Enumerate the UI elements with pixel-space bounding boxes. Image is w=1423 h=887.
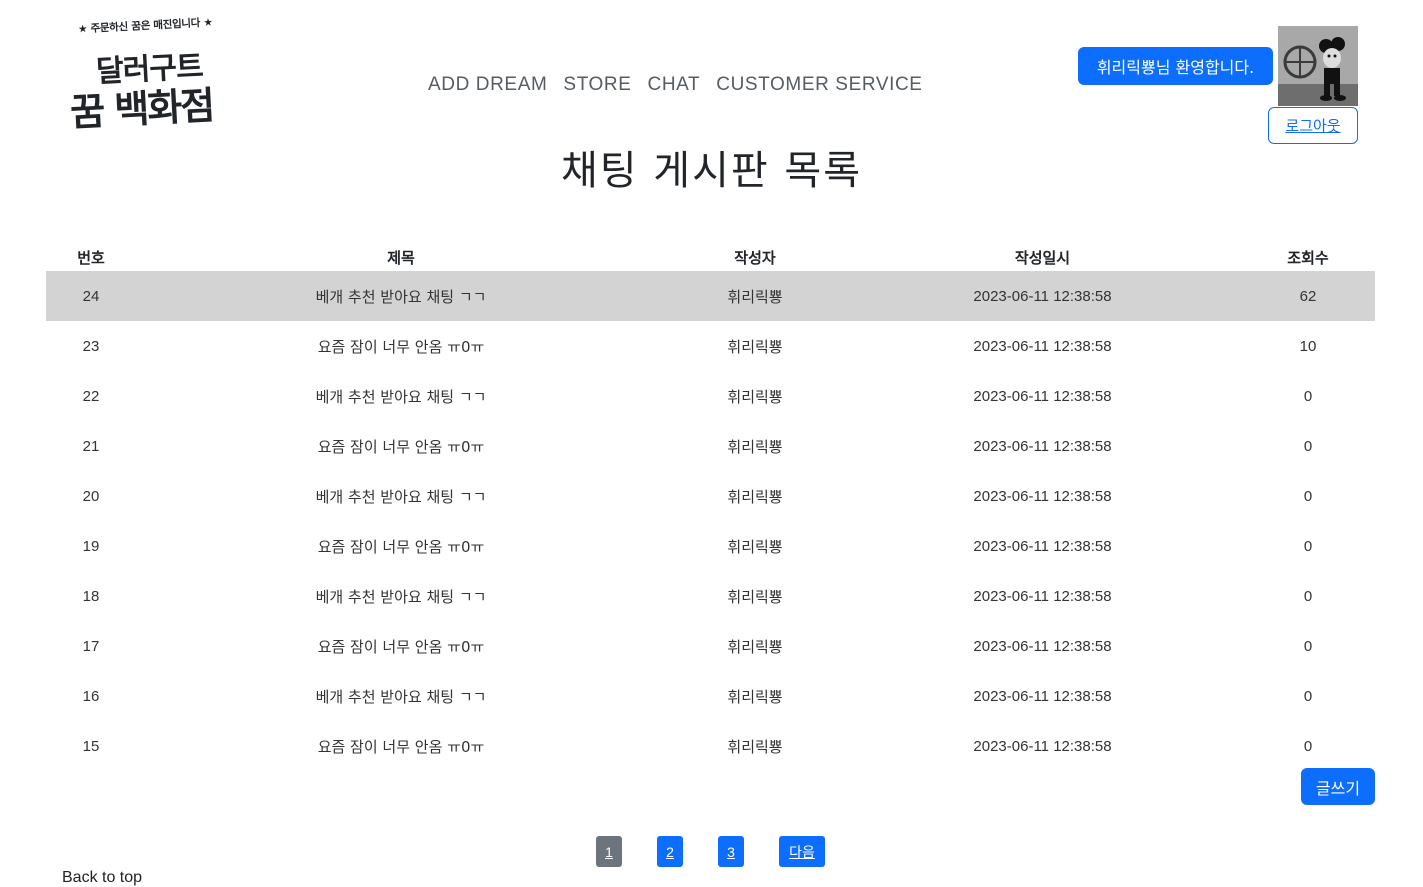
table-row[interactable]: 22 베개 추천 받아요 채팅 ㄱㄱ 휘리릭뿅 2023-06-11 12:38… bbox=[46, 371, 1375, 421]
cell-number: 22 bbox=[82, 387, 100, 405]
cell-number: 23 bbox=[82, 337, 100, 355]
column-header-views: 조회수 bbox=[1287, 249, 1329, 267]
page-button-2[interactable]: 2 bbox=[657, 836, 683, 867]
cell-title-link[interactable]: 요즘 잠이 너무 안옴 ㅠ0ㅠ bbox=[136, 621, 666, 671]
cell-views: 0 bbox=[1303, 587, 1313, 605]
column-header-writer: 작성자 bbox=[734, 249, 776, 267]
nav-store[interactable]: STORE bbox=[563, 74, 631, 96]
cell-number: 20 bbox=[82, 487, 100, 505]
cell-date: 2023-06-11 12:38:58 bbox=[973, 587, 1112, 605]
cell-views: 0 bbox=[1303, 387, 1313, 405]
cell-date: 2023-06-11 12:38:58 bbox=[973, 387, 1112, 405]
table-row[interactable]: 17 요즘 잠이 너무 안옴 ㅠ0ㅠ 휘리릭뿅 2023-06-11 12:38… bbox=[46, 621, 1375, 671]
cell-views: 10 bbox=[1299, 337, 1317, 355]
table-row[interactable]: 19 요즘 잠이 너무 안옴 ㅠ0ㅠ 휘리릭뿅 2023-06-11 12:38… bbox=[46, 521, 1375, 571]
cell-title-link[interactable]: 요즘 잠이 너무 안옴 ㅠ0ㅠ bbox=[136, 521, 666, 571]
next-page-button[interactable]: 다음 bbox=[779, 836, 825, 867]
cell-date: 2023-06-11 12:38:58 bbox=[973, 437, 1112, 455]
back-to-top-link[interactable]: Back to top bbox=[62, 869, 142, 887]
cell-writer: 휘리릭뿅 bbox=[727, 537, 783, 556]
cell-title-link[interactable]: 베개 추천 받아요 채팅 ㄱㄱ bbox=[136, 671, 666, 721]
table-row[interactable]: 16 베개 추천 받아요 채팅 ㄱㄱ 휘리릭뿅 2023-06-11 12:38… bbox=[46, 671, 1375, 721]
cell-title-link[interactable]: 베개 추천 받아요 채팅 ㄱㄱ bbox=[136, 371, 666, 421]
cell-views: 0 bbox=[1303, 537, 1313, 555]
cell-views: 62 bbox=[1241, 271, 1375, 321]
welcome-badge: 휘리릭뿅님 환영합니다. bbox=[1078, 47, 1273, 85]
brand-logo[interactable]: ★ 주문하신 꿈은 매진입니다 ★ 달러구트 꿈 백화점 bbox=[66, 14, 236, 134]
cell-writer: 휘리릭뿅 bbox=[727, 387, 783, 406]
user-avatar bbox=[1278, 26, 1358, 106]
page-button-3[interactable]: 3 bbox=[718, 836, 744, 867]
table-row[interactable]: 18 베개 추천 받아요 채팅 ㄱㄱ 휘리릭뿅 2023-06-11 12:38… bbox=[46, 571, 1375, 621]
cell-writer: 휘리릭뿅 bbox=[727, 337, 783, 356]
cell-title-link[interactable]: 요즘 잠이 너무 안옴 ㅠ0ㅠ bbox=[136, 321, 666, 371]
cell-date: 2023-06-11 12:38:58 bbox=[973, 537, 1112, 555]
table-row[interactable]: 24 베개 추천 받아요 채팅 ㄱㄱ 휘리릭뿅 2023-06-11 12:38… bbox=[46, 271, 1375, 321]
page-button-1-current[interactable]: 1 bbox=[596, 836, 622, 867]
nav-chat[interactable]: CHAT bbox=[648, 74, 701, 96]
cell-title-link[interactable]: 요즘 잠이 너무 안옴 ㅠ0ㅠ bbox=[136, 421, 666, 471]
avatar-image bbox=[1278, 26, 1358, 106]
cell-writer: 휘리릭뿅 bbox=[727, 637, 783, 656]
cell-number: 16 bbox=[82, 687, 100, 705]
cell-number: 15 bbox=[82, 737, 100, 755]
cell-writer: 휘리릭뿅 bbox=[666, 271, 844, 321]
cell-title-link[interactable]: 베개 추천 받아요 채팅 ㄱㄱ bbox=[136, 571, 666, 621]
cell-writer: 휘리릭뿅 bbox=[727, 737, 783, 756]
cell-writer: 휘리릭뿅 bbox=[727, 437, 783, 456]
main-nav: ADD DREAM STORE CHAT CUSTOMER SERVICE bbox=[428, 74, 923, 96]
cell-title-link[interactable]: 베개 추천 받아요 채팅 ㄱㄱ bbox=[136, 471, 666, 521]
column-header-title: 제목 bbox=[387, 249, 415, 267]
column-header-number: 번호 bbox=[77, 249, 105, 267]
table-row[interactable]: 21 요즘 잠이 너무 안옴 ㅠ0ㅠ 휘리릭뿅 2023-06-11 12:38… bbox=[46, 421, 1375, 471]
cell-date: 2023-06-11 12:38:58 bbox=[973, 687, 1112, 705]
table-row[interactable]: 23 요즘 잠이 너무 안옴 ㅠ0ㅠ 휘리릭뿅 2023-06-11 12:38… bbox=[46, 321, 1375, 371]
cell-views: 0 bbox=[1303, 437, 1313, 455]
cell-writer: 휘리릭뿅 bbox=[727, 487, 783, 506]
page-title: 채팅 게시판 목록 bbox=[560, 148, 863, 194]
cell-number: 19 bbox=[82, 537, 100, 555]
nav-add-dream[interactable]: ADD DREAM bbox=[428, 74, 547, 96]
table-header-row: 번호 제목 작성자 작성일시 조회수 bbox=[46, 238, 1375, 271]
write-post-button[interactable]: 글쓰기 bbox=[1301, 768, 1375, 805]
logo-text-bottom: 꿈 백화점 bbox=[69, 82, 215, 135]
cell-writer: 휘리릭뿅 bbox=[727, 687, 783, 706]
nav-customer-service[interactable]: CUSTOMER SERVICE bbox=[716, 74, 922, 96]
cell-views: 0 bbox=[1303, 487, 1313, 505]
cell-views: 0 bbox=[1303, 737, 1313, 755]
cell-number: 21 bbox=[82, 437, 100, 455]
cell-title-link[interactable]: 요즘 잠이 너무 안옴 ㅠ0ㅠ bbox=[136, 721, 666, 771]
cell-views: 0 bbox=[1303, 637, 1313, 655]
cell-date: 2023-06-11 12:38:58 bbox=[973, 487, 1112, 505]
cell-views: 0 bbox=[1303, 687, 1313, 705]
chat-board-table: 번호 제목 작성자 작성일시 조회수 24 베개 추천 받아요 채팅 ㄱㄱ 휘리… bbox=[46, 238, 1375, 771]
table-row[interactable]: 15 요즘 잠이 너무 안옴 ㅠ0ㅠ 휘리릭뿅 2023-06-11 12:38… bbox=[46, 721, 1375, 771]
table-row[interactable]: 20 베개 추천 받아요 채팅 ㄱㄱ 휘리릭뿅 2023-06-11 12:38… bbox=[46, 471, 1375, 521]
logo-tagline: ★ 주문하신 꿈은 매진입니다 ★ bbox=[77, 16, 213, 36]
column-header-date: 작성일시 bbox=[1014, 249, 1071, 267]
cell-number: 17 bbox=[82, 637, 100, 655]
cell-number: 18 bbox=[82, 587, 100, 605]
cell-date: 2023-06-11 12:38:58 bbox=[973, 737, 1112, 755]
cell-date: 2023-06-11 12:38:58 bbox=[973, 337, 1112, 355]
cell-writer: 휘리릭뿅 bbox=[727, 587, 783, 606]
cell-title-link[interactable]: 베개 추천 받아요 채팅 ㄱㄱ bbox=[136, 271, 666, 321]
cell-date: 2023-06-11 12:38:58 bbox=[844, 271, 1241, 321]
cell-number: 24 bbox=[46, 271, 136, 321]
cell-date: 2023-06-11 12:38:58 bbox=[973, 637, 1112, 655]
